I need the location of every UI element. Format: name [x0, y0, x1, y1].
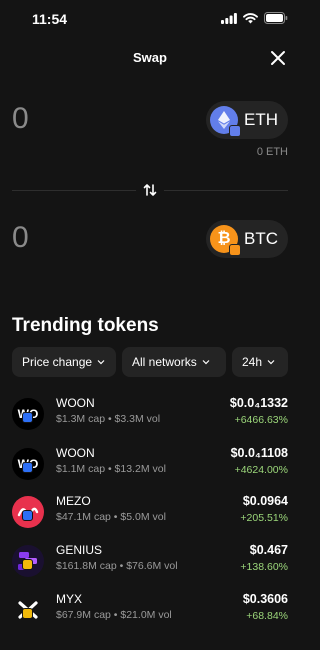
token-row[interactable]: MYX $67.9M cap • $21.0M vol $0.3606 +68.… [0, 586, 300, 634]
chevron-down-icon [202, 360, 210, 365]
battery-icon [264, 12, 288, 24]
to-token-label: BTC [244, 229, 278, 248]
timeframe-filter[interactable]: 24h [232, 347, 288, 377]
token-stats: $161.8M cap • $76.6M vol [56, 560, 178, 572]
from-amount-input[interactable]: 0 [12, 102, 29, 136]
price-change-filter-label: Price change [22, 355, 93, 369]
token-row[interactable]: WO WOON $1.3M cap • $3.3M vol $0.0₄1332 … [0, 390, 300, 438]
token-name: WOON [56, 396, 95, 410]
ethereum-network-badge-icon [229, 125, 241, 137]
chevron-down-icon [267, 360, 275, 365]
token-price: $0.0₄1332 [229, 396, 288, 410]
token-price: $0.467 [249, 543, 288, 557]
chain-badge-icon [22, 462, 33, 473]
to-amount-input[interactable]: 0 [12, 221, 29, 255]
bitcoin-network-badge-icon [229, 244, 241, 256]
networks-filter[interactable]: All networks [122, 347, 226, 377]
trending-title: Trending tokens [12, 315, 159, 336]
swap-arrows-icon [143, 184, 157, 196]
wifi-icon [243, 12, 258, 23]
status-bar: 11:54 [0, 0, 300, 38]
token-stats: $1.3M cap • $3.3M vol [56, 413, 161, 425]
token-price: $0.0964 [242, 494, 288, 508]
token-price: $0.0₄1108 [230, 446, 288, 460]
token-name: WOON [56, 446, 95, 460]
token-row[interactable]: MEZO $47.1M cap • $5.0M vol $0.0964 +205… [0, 488, 300, 536]
token-change: +205.51% [240, 512, 288, 524]
eth-icon [210, 106, 241, 137]
chevron-down-icon [97, 360, 105, 365]
signal-icon [221, 12, 237, 24]
token-name: MYX [56, 592, 83, 606]
btc-icon: ₿ [210, 225, 241, 256]
status-time: 11:54 [32, 11, 68, 27]
chain-badge-icon [22, 608, 33, 619]
token-change: +138.60% [240, 561, 288, 573]
close-button[interactable] [268, 48, 288, 68]
chain-badge-icon [22, 510, 33, 521]
token-stats: $1.1M cap • $13.2M vol [56, 463, 166, 475]
token-stats: $47.1M cap • $5.0M vol [56, 511, 166, 523]
token-name: GENIUS [56, 543, 103, 557]
from-balance: 0 ETH [256, 146, 288, 158]
token-name: MEZO [56, 494, 91, 508]
token-stats: $67.9M cap • $21.0M vol [56, 609, 172, 621]
token-change: +68.84% [246, 610, 288, 622]
networks-filter-label: All networks [132, 355, 197, 369]
chain-badge-icon [22, 412, 33, 423]
timeframe-filter-label: 24h [242, 355, 263, 369]
chain-badge-icon [22, 559, 33, 570]
token-change: +4624.00% [234, 464, 288, 476]
token-price: $0.3606 [242, 592, 288, 606]
token-row[interactable]: WO WOON $1.1M cap • $13.2M vol $0.0₄1108… [0, 440, 300, 488]
page-title: Swap [133, 50, 167, 65]
header: Swap [0, 44, 300, 72]
status-icons [221, 12, 288, 24]
swap-direction-button[interactable] [136, 176, 164, 204]
price-change-filter[interactable]: Price change [12, 347, 116, 377]
from-token-selector[interactable]: ETH [206, 101, 288, 139]
close-icon [271, 51, 285, 65]
from-token-label: ETH [244, 110, 278, 129]
token-row[interactable]: GENIUS $161.8M cap • $76.6M vol $0.467 +… [0, 537, 300, 585]
token-change: +6466.63% [234, 414, 288, 426]
to-token-selector[interactable]: ₿ BTC [206, 220, 288, 258]
